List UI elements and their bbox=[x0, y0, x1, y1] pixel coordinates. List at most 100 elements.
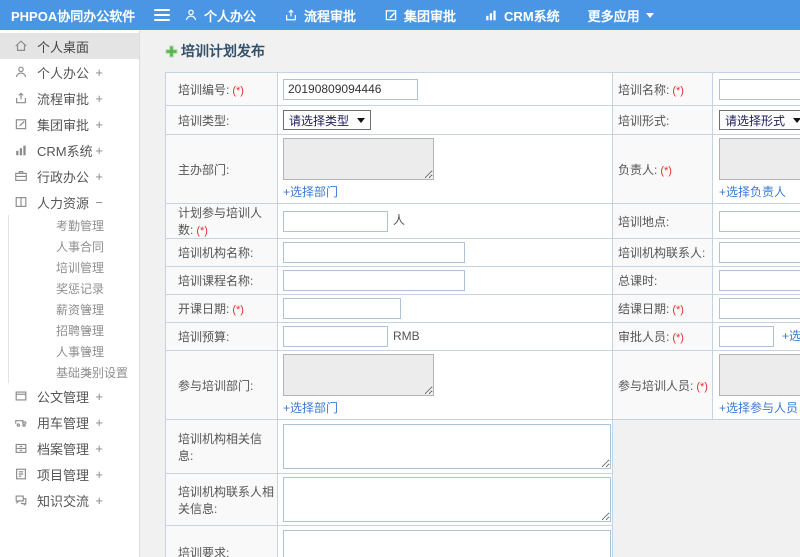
sidebar-sub-attendance[interactable]: 考勤管理 bbox=[9, 215, 139, 236]
org-contact-info-textarea[interactable] bbox=[283, 477, 611, 522]
approver-input[interactable] bbox=[719, 326, 774, 347]
sub-item-label: 薪资管理 bbox=[56, 303, 105, 317]
org-info-textarea[interactable] bbox=[283, 424, 611, 469]
sidebar-sub-base-category[interactable]: 基础类别设置 + bbox=[9, 362, 139, 383]
field-label: 培训预算: bbox=[178, 330, 230, 344]
expand-plus[interactable]: + bbox=[95, 415, 103, 430]
budget-input[interactable] bbox=[283, 326, 388, 347]
archive-icon bbox=[15, 443, 27, 453]
briefcase-icon bbox=[15, 171, 27, 181]
sidebar-item-label: 用车管理 bbox=[37, 415, 90, 431]
chat-icon bbox=[15, 495, 27, 506]
sidebar-item-project[interactable]: 项目管理 + bbox=[0, 461, 139, 487]
sidebar-sub-salary[interactable]: 薪资管理 + bbox=[9, 299, 139, 320]
nav-crm[interactable]: CRM系统 bbox=[484, 6, 560, 25]
sidebar-item-desktop[interactable]: 个人桌面 bbox=[0, 33, 139, 59]
expand-plus[interactable]: + bbox=[95, 169, 103, 184]
sidebar-sub-recruit[interactable]: 招聘管理 + bbox=[9, 320, 139, 341]
sidebar-item-crm[interactable]: CRM系统 + bbox=[0, 137, 139, 163]
nav-label: 流程审批 bbox=[304, 8, 357, 24]
leader-textarea[interactable] bbox=[719, 138, 800, 180]
sidebar-item-label: 档案管理 bbox=[37, 441, 90, 457]
home-icon bbox=[15, 40, 27, 51]
sidebar-sub-personnel[interactable]: 人事管理 + bbox=[9, 341, 139, 362]
edit-approve-icon bbox=[15, 119, 27, 130]
sidebar-item-label: 知识交流 bbox=[37, 493, 90, 509]
course-name-input[interactable] bbox=[283, 270, 465, 291]
nav-personal-office[interactable]: 个人办公 bbox=[184, 6, 256, 25]
sidebar-item-admin-office[interactable]: 行政办公 + bbox=[0, 163, 139, 189]
expand-plus[interactable]: + bbox=[85, 366, 92, 380]
training-requirements-textarea[interactable] bbox=[283, 530, 611, 557]
nav-more-apps[interactable]: 更多应用 bbox=[588, 6, 654, 25]
participating-departments-textarea[interactable] bbox=[283, 354, 434, 396]
book-icon bbox=[15, 197, 27, 207]
expand-plus[interactable]: + bbox=[95, 117, 103, 132]
sidebar-item-flow-approval[interactable]: 流程审批 + bbox=[0, 85, 139, 111]
org-name-input[interactable] bbox=[283, 242, 465, 263]
app-logo: PHPOA协同办公软件 bbox=[11, 8, 136, 24]
page-title: 培训计划发布 bbox=[165, 40, 800, 62]
field-label: 培训类型: bbox=[178, 113, 230, 128]
sub-item-label: 人事合同 bbox=[56, 240, 105, 254]
field-label: 参与培训部门: bbox=[178, 378, 254, 393]
expand-plus[interactable]: + bbox=[85, 345, 92, 359]
sub-item-label: 奖惩记录 bbox=[56, 282, 105, 296]
total-hours-input[interactable] bbox=[719, 270, 800, 291]
training-form-select[interactable]: 请选择形式 bbox=[719, 110, 800, 130]
expand-plus[interactable]: + bbox=[95, 467, 103, 482]
collapse-minus[interactable]: − bbox=[95, 195, 103, 210]
sidebar-item-personal-office[interactable]: 个人办公 + bbox=[0, 59, 139, 85]
sidebar-item-vehicle[interactable]: 用车管理 + bbox=[0, 409, 139, 435]
field-label: 培训名称: bbox=[618, 82, 670, 97]
org-contact-input[interactable] bbox=[719, 242, 800, 263]
expand-plus[interactable]: + bbox=[95, 91, 103, 106]
sidebar-item-archive[interactable]: 档案管理 + bbox=[0, 435, 139, 461]
nav-label: 个人办公 bbox=[204, 8, 257, 24]
host-department-textarea[interactable] bbox=[283, 138, 434, 180]
field-label: 主办部门: bbox=[178, 162, 230, 177]
expand-plus[interactable]: + bbox=[95, 143, 103, 158]
select-department-link[interactable]: +选择部门 bbox=[283, 183, 608, 200]
expand-plus[interactable]: + bbox=[95, 493, 103, 508]
sidebar-sub-contract[interactable]: 人事合同 bbox=[9, 236, 139, 257]
training-place-input[interactable] bbox=[719, 210, 800, 232]
expand-plus[interactable]: + bbox=[85, 324, 92, 338]
bar-chart-icon bbox=[486, 10, 496, 21]
sidebar-sub-training[interactable]: 培训管理 bbox=[9, 257, 139, 278]
nav-group-approval[interactable]: 集团审批 bbox=[384, 6, 456, 25]
select-approver-link[interactable]: +选择审批人员 bbox=[782, 329, 800, 343]
sidebar-item-hr[interactable]: 人力资源 − bbox=[0, 189, 139, 215]
required-mark: (*) bbox=[196, 225, 208, 237]
planned-count-input[interactable] bbox=[283, 210, 388, 232]
required-mark: (*) bbox=[672, 304, 684, 316]
sidebar-item-label: CRM系统 bbox=[37, 143, 93, 159]
sub-item-label: 基础类别设置 bbox=[56, 366, 129, 380]
sidebar-item-label: 集团审批 bbox=[37, 117, 90, 133]
expand-plus[interactable]: + bbox=[95, 389, 103, 404]
participants-textarea[interactable] bbox=[719, 354, 800, 396]
training-type-select[interactable]: 请选择类型 bbox=[283, 110, 372, 130]
select-participants-link[interactable]: +选择参与人员 bbox=[719, 399, 800, 416]
field-label: 开课日期: bbox=[178, 302, 230, 316]
hamburger-menu-icon[interactable] bbox=[154, 9, 170, 21]
sidebar-item-group-approval[interactable]: 集团审批 + bbox=[0, 111, 139, 137]
expand-plus[interactable]: + bbox=[95, 65, 103, 80]
training-form-table: 培训编号:(*) 培训名称:(*) 培训类型: 请选择类型 培训形式: 请选择形… bbox=[165, 72, 800, 420]
flow-approve-icon bbox=[16, 92, 26, 104]
end-date-input[interactable] bbox=[719, 298, 800, 319]
field-label: 培训机构联系人相关信息: bbox=[178, 484, 275, 516]
training-name-input[interactable] bbox=[719, 78, 800, 100]
select-leader-link[interactable]: +选择负责人 bbox=[719, 183, 800, 200]
sidebar-item-knowledge[interactable]: 知识交流 + bbox=[0, 487, 139, 513]
field-label: 培训地点: bbox=[618, 214, 670, 229]
sidebar-item-documents[interactable]: 公文管理 + bbox=[0, 383, 139, 409]
expand-plus[interactable]: + bbox=[85, 303, 92, 317]
select-department-link[interactable]: +选择部门 bbox=[283, 399, 608, 416]
start-date-input[interactable] bbox=[283, 298, 401, 319]
expand-plus[interactable]: + bbox=[95, 441, 103, 456]
sidebar-sub-rewards[interactable]: 奖惩记录 bbox=[9, 278, 139, 299]
required-mark: (*) bbox=[232, 304, 244, 316]
training-no-input[interactable] bbox=[283, 78, 418, 100]
nav-flow-approval[interactable]: 流程审批 bbox=[284, 6, 356, 25]
